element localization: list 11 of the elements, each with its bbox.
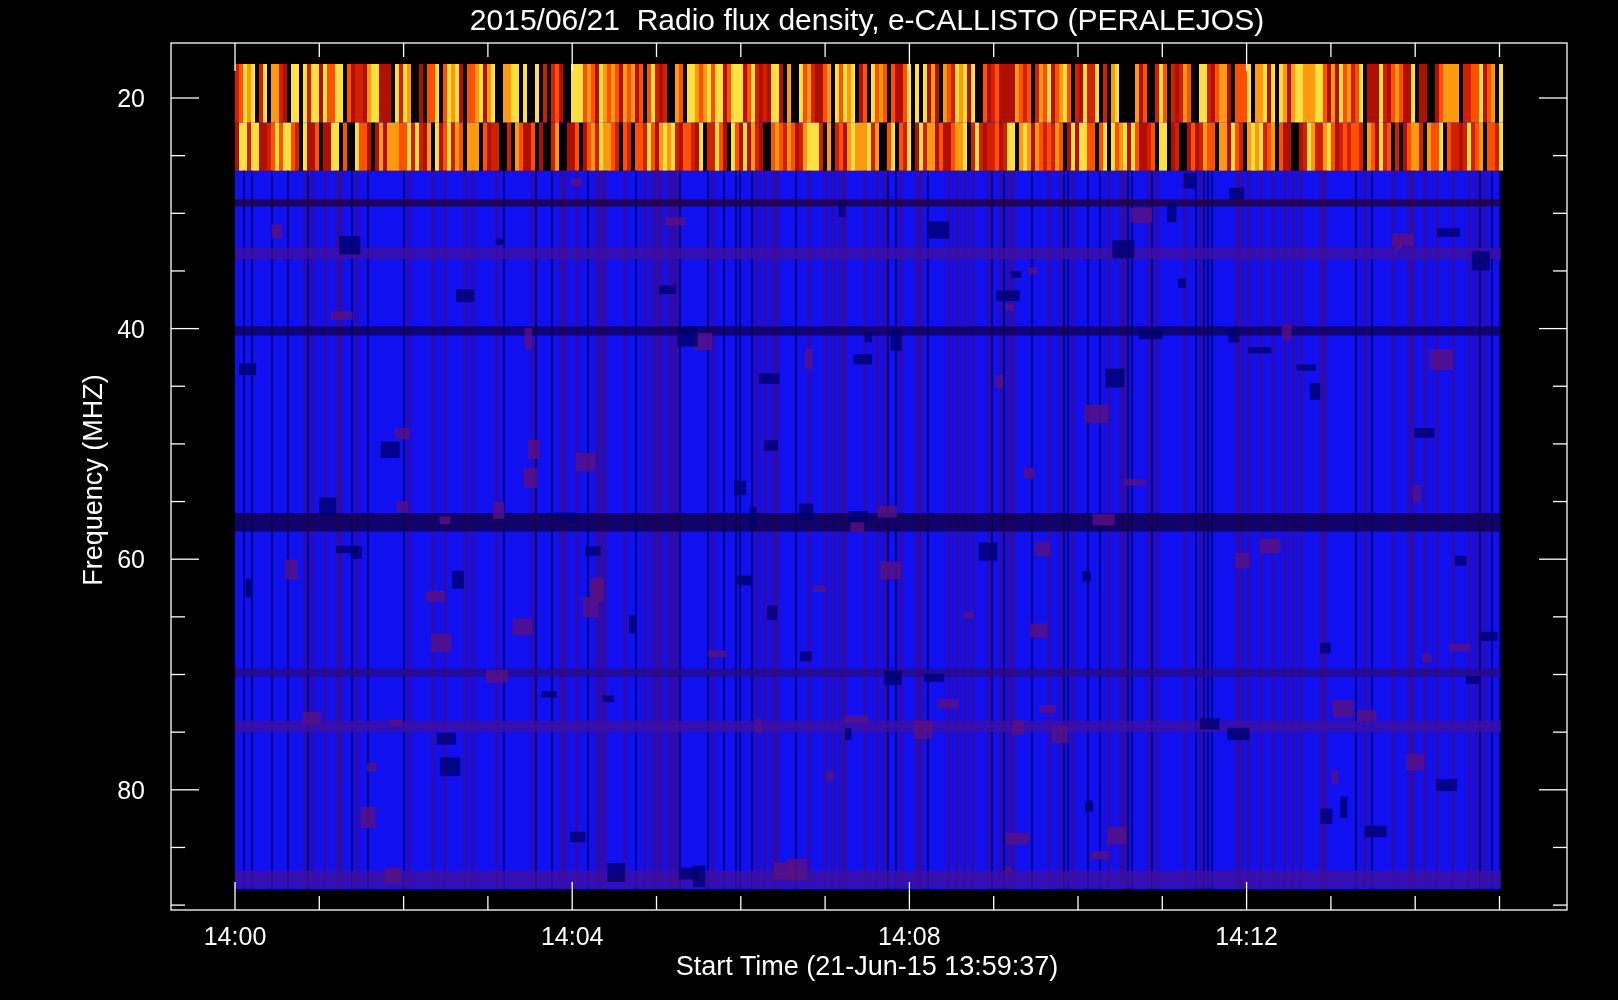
- tick-label: 14:00: [203, 922, 267, 950]
- plot-title: 2015/06/21 Radio flux density, e-CALLISTO (PERALEJOS): [469, 3, 1265, 36]
- tick-label: 80: [117, 775, 145, 804]
- tick-label: 14:12: [1215, 922, 1278, 950]
- tick-label: 14:08: [878, 922, 941, 950]
- tick-label: 20: [117, 84, 145, 112]
- tick-label: 14:04: [540, 922, 604, 950]
- tick-label: 40: [117, 314, 145, 343]
- axis-label: Start Time (21-Jun-15 13:59:37): [675, 951, 1059, 981]
- axis-label: Frequency (MHZ): [78, 374, 108, 586]
- tick-label: 60: [117, 545, 145, 574]
